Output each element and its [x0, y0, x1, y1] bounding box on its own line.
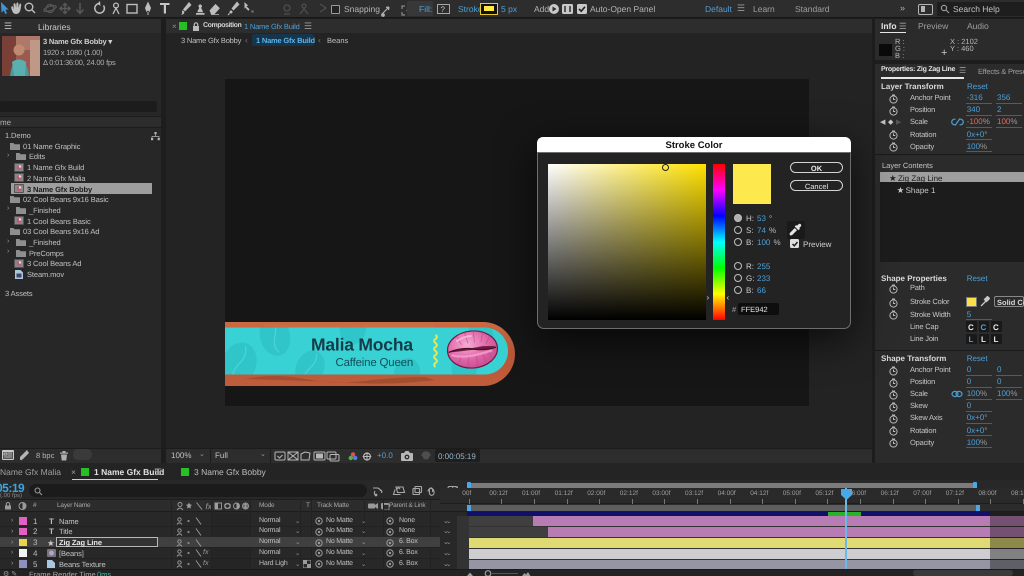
svg-text:Caffeine Queen: Caffeine Queen: [336, 357, 414, 369]
svg-text:Malia Mocha: Malia Mocha: [311, 334, 413, 354]
